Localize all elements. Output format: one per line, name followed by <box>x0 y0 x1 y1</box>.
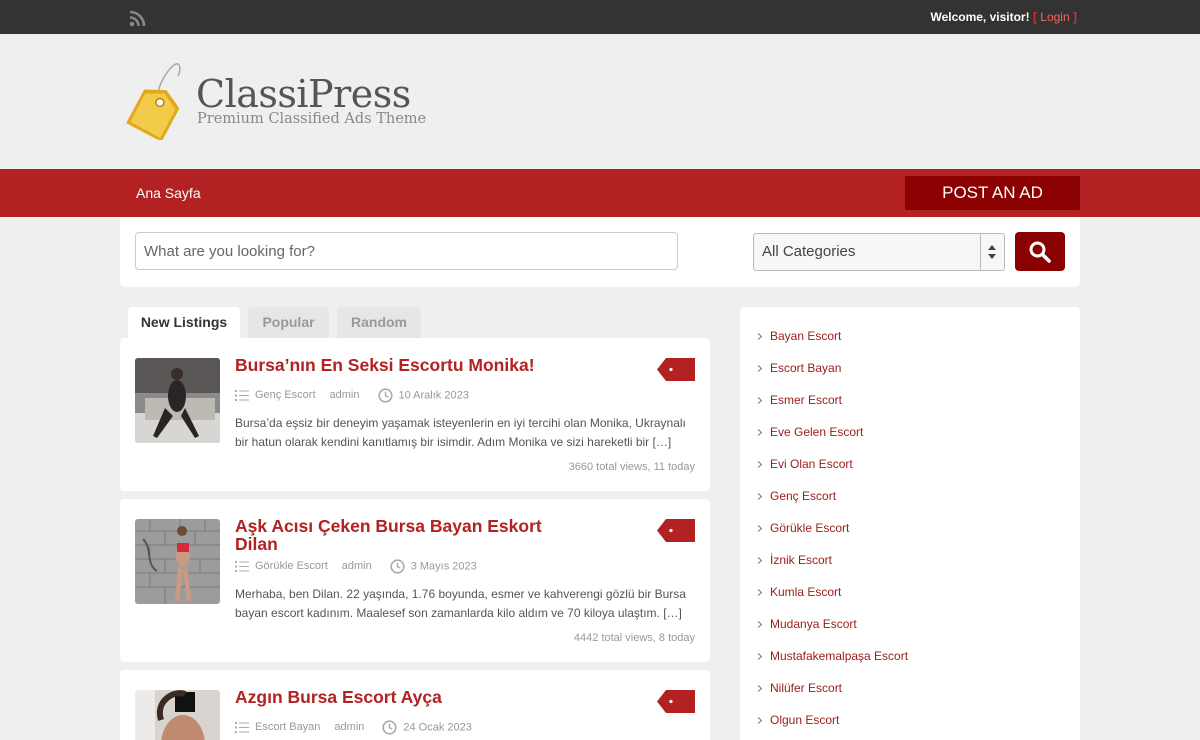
chevron-right-icon <box>754 716 763 725</box>
sidebar-item-genc-escort[interactable]: Genç Escort <box>754 489 837 503</box>
price-tag-icon <box>657 519 695 542</box>
bracket-close: ] <box>1069 10 1077 24</box>
sidebar-item-kumla-escort[interactable]: Kumla Escort <box>754 585 842 599</box>
listing-thumbnail[interactable] <box>135 358 220 443</box>
bracket-open: [ <box>1029 10 1041 24</box>
sidebar-item-evi-olan-escort[interactable]: Evi Olan Escort <box>754 457 853 471</box>
chevron-right-icon <box>754 332 763 341</box>
listing-description: Bursa’da eşsiz bir deneyim yaşamak istey… <box>235 416 686 449</box>
sidebar-item-label: Genç Escort <box>770 489 837 503</box>
select-arrows-icon <box>980 234 1004 270</box>
tab-random[interactable]: Random <box>337 307 421 339</box>
chevron-right-icon <box>754 396 763 405</box>
listing-meta: Genç Escort admin 10 Aralık 2023 <box>235 388 469 403</box>
top-bar: Welcome, visitor! [ Login ] <box>0 0 1200 34</box>
sidebar-item-label: Esmer Escort <box>770 393 843 407</box>
listing-date: 3 Mayıs 2023 <box>410 560 477 573</box>
sidebar-item-esmer-escort[interactable]: Esmer Escort <box>754 393 843 407</box>
tab-new-listings[interactable]: New Listings <box>128 307 240 339</box>
sidebar-item-iznik-escort[interactable]: İznik Escort <box>754 553 833 567</box>
search-icon <box>1029 241 1051 263</box>
sidebar-item-gorukle-escort[interactable]: Görükle Escort <box>754 521 850 535</box>
sidebar-item-nilufer-escort[interactable]: Nilüfer Escort <box>754 681 843 695</box>
sidebar-item-label: İznik Escort <box>770 553 833 567</box>
chevron-right-icon <box>754 652 763 661</box>
listing-date: 10 Aralık 2023 <box>398 389 469 402</box>
post-ad-button[interactable]: POST AN AD <box>905 176 1080 210</box>
listing-author[interactable]: admin <box>342 560 372 572</box>
login-link[interactable]: Login <box>1040 10 1069 24</box>
clock-icon <box>377 388 393 403</box>
welcome-prefix: Welcome, <box>930 10 990 24</box>
chevron-right-icon <box>754 556 763 565</box>
logo-tag-icon[interactable] <box>118 58 184 140</box>
search-bar: All Categories <box>120 217 1080 287</box>
sidebar-item-olgun-escort[interactable]: Olgun Escort <box>754 713 840 727</box>
clock-icon <box>382 720 397 735</box>
listing-author[interactable]: admin <box>334 721 364 733</box>
listing-category[interactable]: Görükle Escort <box>255 560 328 572</box>
listing-thumbnail[interactable] <box>135 690 220 740</box>
listing-thumbnail[interactable] <box>135 519 220 604</box>
listing-views: 3660 total views, 11 today <box>568 461 695 473</box>
category-select[interactable]: All Categories <box>753 233 1005 271</box>
main-nav: Ana Sayfa POST AN AD <box>0 169 1200 217</box>
listing-description: Merhaba, ben Dilan. 22 yaşında, 1.76 boy… <box>235 587 686 620</box>
welcome-message: Welcome, visitor! [ Login ] <box>930 10 1077 24</box>
sidebar-item-label: Eve Gelen Escort <box>770 425 864 439</box>
chevron-right-icon <box>754 364 763 373</box>
sidebar-item-eve-gelen-escort[interactable]: Eve Gelen Escort <box>754 425 864 439</box>
chevron-right-icon <box>754 428 763 437</box>
sidebar-item-label: Evi Olan Escort <box>770 457 853 471</box>
rss-icon[interactable] <box>129 10 146 27</box>
listing-category[interactable]: Genç Escort <box>255 389 316 401</box>
listing-author[interactable]: admin <box>330 389 360 401</box>
nav-item-home[interactable]: Ana Sayfa <box>136 185 201 201</box>
listing-category[interactable]: Escort Bayan <box>255 721 320 733</box>
logo-subtitle: Premium Classified Ads Theme <box>197 111 427 127</box>
listing-card: Azgın Bursa Escort Ayça Escort Bayan admi… <box>120 670 710 740</box>
list-icon <box>235 390 249 401</box>
sidebar-item-label: Nilüfer Escort <box>770 681 843 695</box>
logo-title[interactable]: ClassiPress <box>196 72 411 116</box>
list-icon <box>235 722 249 733</box>
sidebar-item-mustafakemalpasa-escort[interactable]: Mustafakemalpaşa Escort <box>754 649 909 663</box>
listing-meta: Görükle Escort admin 3 Mayıs 2023 <box>235 559 477 574</box>
chevron-right-icon <box>754 684 763 693</box>
listing-card: Aşk Acısı Çeken Bursa Bayan Eskort Dilan… <box>120 499 710 662</box>
clock-icon <box>390 559 405 574</box>
sidebar-item-mudanya-escort[interactable]: Mudanya Escort <box>754 617 857 631</box>
listing-title[interactable]: Azgın Bursa Escort Ayça <box>235 688 555 706</box>
sidebar-item-label: Olgun Escort <box>770 713 840 727</box>
listing-title[interactable]: Bursa’nın En Seksi Escortu Monika! <box>235 356 555 374</box>
listing-meta: Escort Bayan admin 24 Ocak 2023 <box>235 720 472 735</box>
sidebar-item-label: Bayan Escort <box>770 329 842 343</box>
list-icon <box>235 561 249 572</box>
search-button[interactable] <box>1015 232 1065 271</box>
listing-title[interactable]: Aşk Acısı Çeken Bursa Bayan Eskort Dilan <box>235 517 555 553</box>
chevron-right-icon <box>754 524 763 533</box>
chevron-right-icon <box>754 588 763 597</box>
sidebar-item-label: Mudanya Escort <box>770 617 857 631</box>
price-tag-icon <box>657 358 695 381</box>
tab-popular[interactable]: Popular <box>248 307 329 339</box>
search-input[interactable] <box>135 232 678 270</box>
chevron-right-icon <box>754 620 763 629</box>
listing-card: Bursa’nın En Seksi Escortu Monika! Genç … <box>120 338 710 491</box>
sidebar-item-bayan-escort[interactable]: Bayan Escort <box>754 329 842 343</box>
chevron-right-icon <box>754 492 763 501</box>
welcome-user: visitor! <box>989 10 1030 24</box>
price-tag-icon <box>657 690 695 713</box>
sidebar-item-label: Escort Bayan <box>770 361 842 375</box>
sidebar-item-label: Görükle Escort <box>770 521 850 535</box>
listing-date: 24 Ocak 2023 <box>403 721 472 734</box>
listing-views: 4442 total views, 8 today <box>573 632 695 644</box>
category-select-value: All Categories <box>762 243 856 260</box>
chevron-right-icon <box>754 460 763 469</box>
sidebar-item-escort-bayan[interactable]: Escort Bayan <box>754 361 842 375</box>
sidebar-item-label: Mustafakemalpaşa Escort <box>770 649 909 663</box>
category-sidebar: Bayan Escort Escort Bayan Esmer Escort E… <box>740 307 1080 740</box>
sidebar-item-label: Kumla Escort <box>770 585 842 599</box>
